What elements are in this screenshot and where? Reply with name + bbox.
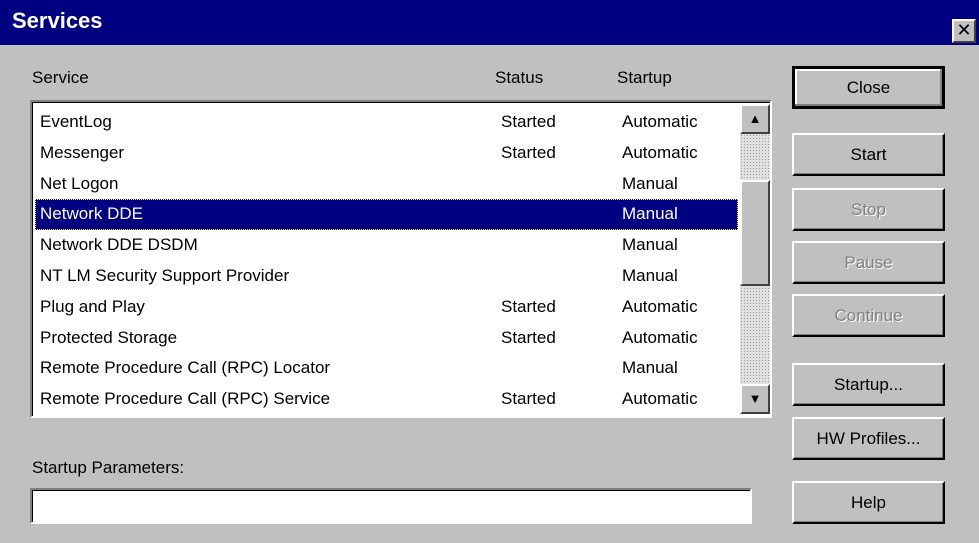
- service-startup: Manual: [622, 265, 678, 285]
- scroll-up-icon[interactable]: ▲: [740, 104, 770, 134]
- list-item[interactable]: Network DDE DSDM Manual: [35, 230, 738, 261]
- service-status: Started: [501, 142, 556, 162]
- scroll-thumb[interactable]: [740, 180, 770, 286]
- service-name: Messenger: [40, 142, 125, 162]
- service-name: Network DDE: [40, 204, 143, 224]
- help-button[interactable]: Help: [792, 481, 945, 524]
- services-rows: EventLog Started Automatic Messenger Started…: [35, 107, 738, 415]
- service-name: NT LM Security Support Provider: [40, 265, 290, 285]
- services-list[interactable]: EventLog Started Automatic Messenger Started…: [30, 100, 772, 418]
- service-name: Protected Storage: [40, 327, 178, 347]
- pause-button[interactable]: Pause: [792, 241, 945, 284]
- service-name: Network DDE DSDM: [40, 235, 198, 255]
- stop-button[interactable]: Stop: [792, 188, 945, 231]
- service-status: Started: [501, 327, 556, 347]
- list-item[interactable]: Protected Storage Started Automatic: [35, 323, 738, 354]
- service-startup: Manual: [622, 204, 678, 224]
- list-item[interactable]: Plug and Play Started Automatic: [35, 292, 738, 323]
- start-button[interactable]: Start: [792, 133, 945, 176]
- service-startup: Automatic: [622, 142, 698, 162]
- title-bar: Services ✕: [0, 0, 979, 45]
- startup-parameters-input[interactable]: [30, 488, 752, 524]
- list-item[interactable]: Remote Procedure Call (RPC) Service Start…: [35, 384, 738, 415]
- service-name: EventLog: [40, 112, 112, 131]
- service-status: Started: [501, 112, 556, 131]
- continue-button[interactable]: Continue: [792, 294, 945, 337]
- list-item[interactable]: NT LM Security Support Provider Manual: [35, 261, 738, 292]
- service-status: Started: [501, 296, 556, 316]
- column-header-startup: Startup: [617, 68, 672, 87]
- service-startup: Automatic: [622, 296, 698, 316]
- column-header-status: Status: [495, 68, 544, 87]
- service-startup: Automatic: [622, 389, 698, 409]
- service-startup: Manual: [622, 358, 678, 378]
- vertical-scrollbar[interactable]: ▲ ▼: [740, 104, 770, 414]
- service-startup: Manual: [622, 235, 678, 255]
- service-startup: Automatic: [622, 112, 698, 131]
- column-header-service: Service: [32, 68, 89, 87]
- service-name: Remote Procedure Call (RPC) Service: [40, 389, 331, 409]
- service-status: Started: [501, 389, 556, 409]
- service-name: Net Logon: [40, 173, 119, 193]
- service-name: Remote Procedure Call (RPC) Locator: [40, 358, 331, 378]
- list-item[interactable]: Network DDE Manual: [35, 199, 738, 231]
- hw-profiles-button[interactable]: HW Profiles...: [792, 417, 945, 460]
- startup-parameters-label: Startup Parameters:: [32, 458, 185, 477]
- service-startup: Automatic: [622, 327, 698, 347]
- service-startup: Manual: [622, 173, 678, 193]
- startup-button[interactable]: Startup...: [792, 363, 945, 406]
- list-item[interactable]: Remote Procedure Call (RPC) Locator Manua…: [35, 353, 738, 384]
- close-icon[interactable]: ✕: [952, 19, 976, 43]
- list-item[interactable]: Messenger Started Automatic: [35, 138, 738, 169]
- window-title: Services: [12, 8, 103, 33]
- list-item[interactable]: EventLog Started Automatic: [35, 107, 738, 138]
- service-name: Plug and Play: [40, 296, 145, 316]
- close-button[interactable]: Close: [792, 66, 945, 109]
- list-item[interactable]: Net Logon Manual: [35, 169, 738, 200]
- scroll-down-icon[interactable]: ▼: [740, 384, 770, 414]
